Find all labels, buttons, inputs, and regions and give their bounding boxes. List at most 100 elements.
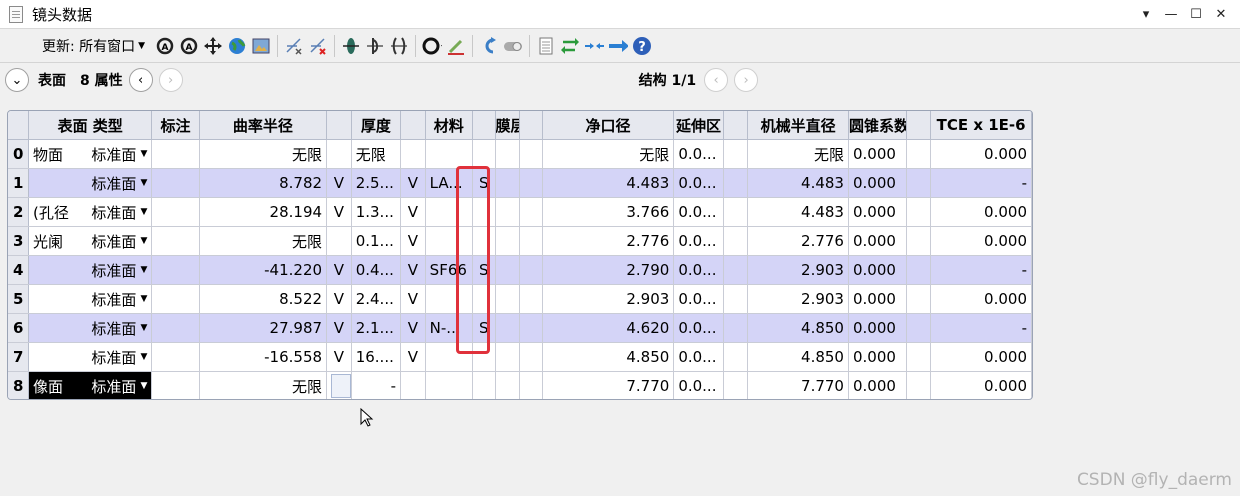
column-header-tce[interactable]: TCE x 1E-6 bbox=[930, 111, 1032, 140]
material-cell[interactable] bbox=[425, 197, 473, 227]
mech-semi-dia-cell[interactable]: 2.776 bbox=[747, 226, 849, 256]
chip-zone-cell[interactable]: 0.0... bbox=[673, 284, 724, 314]
conic-solve-cell[interactable] bbox=[906, 284, 932, 314]
thickness-cell[interactable]: 0.1... bbox=[351, 226, 402, 256]
material-cell[interactable]: N-... bbox=[425, 313, 473, 343]
radius-cell[interactable]: 无限 bbox=[199, 371, 328, 399]
mech-semi-dia-cell[interactable]: 4.850 bbox=[747, 313, 849, 343]
dropdown-arrow-icon[interactable]: ▼ bbox=[140, 323, 147, 333]
tce-cell[interactable]: 0.000 bbox=[930, 197, 1032, 227]
table-row[interactable]: 0 物面 标准面 ▼ 无限 无限 无限 0.0... 无限 0.000 0.000 bbox=[8, 139, 1032, 169]
insert-surface-icon[interactable] bbox=[284, 36, 304, 56]
material-solve-cell[interactable]: S bbox=[472, 313, 496, 343]
brush-icon[interactable] bbox=[446, 36, 466, 56]
column-header-coating-solve[interactable] bbox=[519, 111, 543, 140]
surface-type-cell[interactable]: 标准面 ▼ bbox=[28, 342, 153, 372]
lens-icon[interactable] bbox=[341, 36, 361, 56]
minimize-button[interactable]: — bbox=[1160, 7, 1182, 22]
clear-semi-dia-cell[interactable]: 4.483 bbox=[542, 168, 675, 198]
coating-cell[interactable] bbox=[495, 255, 521, 285]
radius-cell[interactable]: 无限 bbox=[199, 139, 328, 169]
radius-cell[interactable]: 28.194 bbox=[199, 197, 328, 227]
chip-zone-solve-cell[interactable] bbox=[723, 197, 749, 227]
radius-solve-cell[interactable]: V bbox=[326, 313, 352, 343]
comment-cell[interactable] bbox=[151, 197, 200, 227]
delete-surface-icon[interactable] bbox=[308, 36, 328, 56]
conic-solve-cell[interactable] bbox=[906, 226, 932, 256]
radius-cell[interactable]: 8.522 bbox=[199, 284, 328, 314]
thickness-solve-cell[interactable]: V bbox=[400, 168, 426, 198]
column-header-material[interactable]: 材料 bbox=[425, 111, 473, 140]
column-header-material-solve[interactable] bbox=[472, 111, 496, 140]
material-solve-cell[interactable]: S bbox=[472, 168, 496, 198]
chip-zone-cell[interactable]: 0.0... bbox=[673, 139, 724, 169]
update-dropdown[interactable]: 更新: 所有窗口 ▼ bbox=[42, 36, 145, 56]
move-icon[interactable] bbox=[203, 36, 223, 56]
coating-cell[interactable] bbox=[495, 197, 521, 227]
conic-cell[interactable]: 0.000 bbox=[848, 284, 907, 314]
clear-semi-dia-cell[interactable]: 2.790 bbox=[542, 255, 675, 285]
table-row[interactable]: 2 (孔径 标准面 ▼ 28.194 V 1.3... V 3.766 0.0... 4.483 0.… bbox=[8, 197, 1032, 227]
clear-semi-dia-cell[interactable]: 4.850 bbox=[542, 342, 675, 372]
thickness-solve-cell[interactable]: V bbox=[400, 197, 426, 227]
mech-semi-dia-cell[interactable]: 无限 bbox=[747, 139, 849, 169]
radius-cell[interactable]: -41.220 bbox=[199, 255, 328, 285]
surface-type-cell[interactable]: 标准面 ▼ bbox=[28, 284, 153, 314]
prev-config-button[interactable]: ‹ bbox=[704, 68, 729, 92]
tce-cell[interactable]: 0.000 bbox=[930, 371, 1032, 399]
refresh-all-icon[interactable]: A bbox=[155, 36, 175, 56]
tce-cell[interactable]: 0.000 bbox=[930, 139, 1032, 169]
table-row[interactable]: 8 像面 标准面 ▼ 无限 -7.770 0.0... 7.770 0.000 0.000 bbox=[8, 371, 1032, 399]
coating-solve-cell[interactable] bbox=[519, 226, 543, 256]
column-header-mech-semi-dia[interactable]: 机械半直径 bbox=[747, 111, 849, 140]
surface-type-cell[interactable]: 标准面 ▼ bbox=[28, 313, 153, 343]
radius-solve-cell[interactable]: V bbox=[326, 168, 352, 198]
column-header-conic[interactable]: 圆锥系数 bbox=[848, 111, 907, 140]
coating-solve-cell[interactable] bbox=[519, 284, 543, 314]
coating-cell[interactable] bbox=[495, 313, 521, 343]
tce-cell[interactable]: 0.000 bbox=[930, 226, 1032, 256]
material-solve-cell[interactable] bbox=[472, 197, 496, 227]
comment-cell[interactable] bbox=[151, 168, 200, 198]
thickness-cell[interactable]: 16.... bbox=[351, 342, 402, 372]
close-button[interactable]: ✕ bbox=[1210, 7, 1232, 22]
coating-solve-cell[interactable] bbox=[519, 342, 543, 372]
chip-zone-cell[interactable]: 0.0... bbox=[673, 342, 724, 372]
globe-icon[interactable] bbox=[227, 36, 247, 56]
mech-semi-dia-cell[interactable]: 4.850 bbox=[747, 342, 849, 372]
conic-cell[interactable]: 0.000 bbox=[848, 197, 907, 227]
coating-cell[interactable] bbox=[495, 284, 521, 314]
mech-semi-dia-cell[interactable]: 4.483 bbox=[747, 168, 849, 198]
comment-cell[interactable] bbox=[151, 342, 200, 372]
dropdown-arrow-icon[interactable]: ▼ bbox=[140, 265, 147, 275]
surface-type-cell[interactable]: 标准面 ▼ bbox=[28, 168, 153, 198]
refresh-icon[interactable]: A bbox=[179, 36, 199, 56]
table-row[interactable]: 5 标准面 ▼ 8.522 V 2.4... V 2.903 0.0... 2.903 0.000 0… bbox=[8, 284, 1032, 314]
thickness-solve-cell[interactable]: V bbox=[400, 255, 426, 285]
column-header-radius[interactable]: 曲率半径 bbox=[199, 111, 328, 140]
material-cell[interactable]: SF66 bbox=[425, 255, 473, 285]
prev-surface-button[interactable]: ‹ bbox=[128, 68, 153, 92]
chip-zone-solve-cell[interactable] bbox=[723, 342, 749, 372]
thickness-solve-cell[interactable] bbox=[400, 139, 426, 169]
thickness-cell[interactable]: 2.1... bbox=[351, 313, 402, 343]
column-header-comment[interactable]: 标注 bbox=[151, 111, 200, 140]
conic-solve-cell[interactable] bbox=[906, 313, 932, 343]
coating-solve-cell[interactable] bbox=[519, 371, 543, 399]
table-row[interactable]: 6 标准面 ▼ 27.987 V 2.1... V N-... S 4.620 0.0... 4.85… bbox=[8, 313, 1032, 343]
material-solve-cell[interactable] bbox=[472, 342, 496, 372]
dropdown-arrow-icon[interactable]: ▼ bbox=[140, 352, 147, 362]
chip-zone-solve-cell[interactable] bbox=[723, 226, 749, 256]
material-solve-cell[interactable] bbox=[472, 139, 496, 169]
table-row[interactable]: 3 光阑 标准面 ▼ 无限 0.1... V 2.776 0.0... 2.776 0.000 0.0… bbox=[8, 226, 1032, 256]
conic-cell[interactable]: 0.000 bbox=[848, 342, 907, 372]
radius-solve-cell[interactable]: V bbox=[326, 342, 352, 372]
clear-semi-dia-cell[interactable]: 2.903 bbox=[542, 284, 675, 314]
table-row[interactable]: 1 标准面 ▼ 8.782 V 2.5... V LA... S 4.483 0.0... 4.483… bbox=[8, 168, 1032, 198]
comment-cell[interactable] bbox=[151, 226, 200, 256]
column-header-chip-zone[interactable]: 延伸区 bbox=[673, 111, 724, 140]
thickness-solve-cell[interactable]: V bbox=[400, 284, 426, 314]
next-surface-button[interactable]: › bbox=[158, 68, 183, 92]
conic-cell[interactable]: 0.000 bbox=[848, 371, 907, 399]
surface-type-cell[interactable]: 光阑 标准面 ▼ bbox=[28, 226, 153, 256]
